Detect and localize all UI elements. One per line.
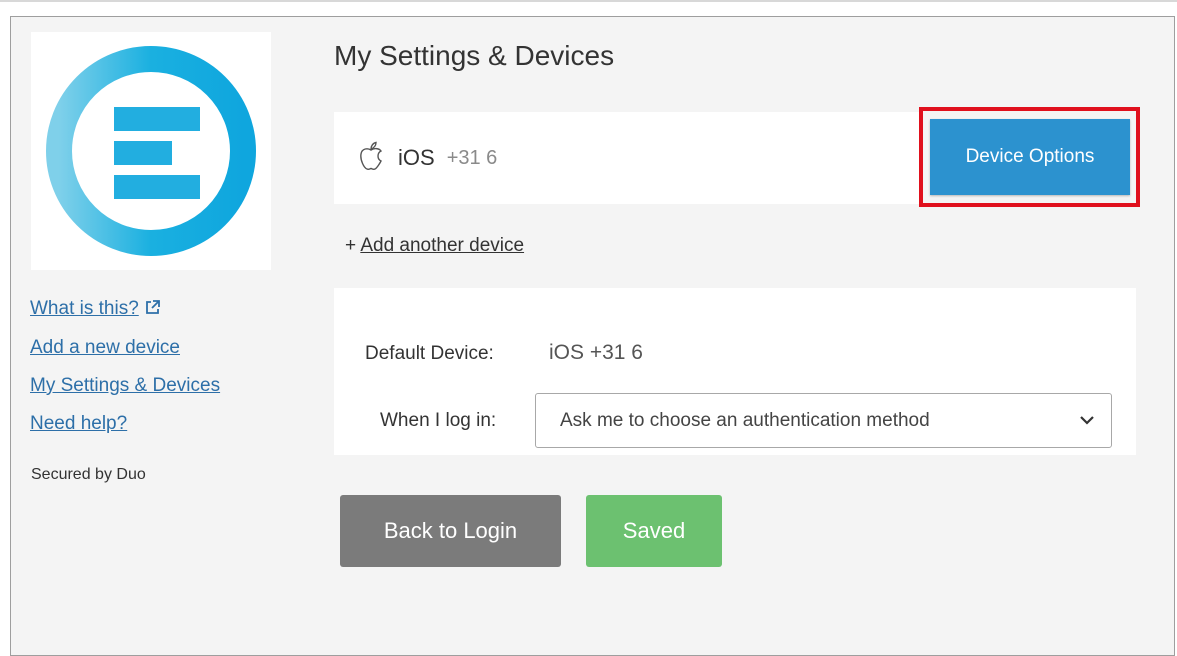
add-another-device-link[interactable]: Add another device	[360, 235, 524, 256]
when-login-label: When I log in:	[380, 410, 497, 431]
device-number: +31 6	[446, 146, 498, 169]
external-link-icon	[145, 291, 160, 329]
add-another-device: + Add another device	[345, 235, 524, 257]
when-login-select[interactable]: Ask me to choose an authentication metho…	[535, 393, 1112, 448]
back-to-login-button[interactable]: Back to Login	[340, 495, 561, 567]
apple-icon	[358, 141, 384, 176]
brand-logo-icon	[46, 46, 256, 256]
saved-button[interactable]: Saved	[586, 495, 722, 567]
page-title: My Settings & Devices	[334, 40, 615, 71]
device-card: iOS +31 6	[334, 112, 919, 204]
chevron-down-icon	[1079, 412, 1095, 430]
top-border	[0, 0, 1177, 2]
add-device-prefix: +	[345, 235, 361, 256]
sidebar-link-add-new-device[interactable]: Add a new device	[30, 329, 220, 367]
default-device-value: iOS +31 6	[549, 341, 643, 364]
sidebar-link-my-settings[interactable]: My Settings & Devices	[30, 367, 220, 405]
sidebar-link-what-is-this[interactable]: What is this?	[30, 290, 220, 329]
logo	[31, 32, 271, 270]
device-name: iOS	[398, 145, 435, 170]
secured-by-text: Secured by Duo	[31, 466, 146, 483]
default-device-label: Default Device:	[365, 343, 494, 364]
settings-card: Default Device: iOS +31 6 When I log in:…	[334, 288, 1136, 455]
sidebar-links: What is this? Add a new device My Settin…	[30, 290, 220, 443]
device-options-button[interactable]: Device Options	[930, 119, 1130, 195]
when-login-select-value: Ask me to choose an authentication metho…	[560, 409, 930, 431]
sidebar-link-need-help[interactable]: Need help?	[30, 405, 220, 443]
sidebar-link-label: What is this?	[30, 298, 139, 319]
